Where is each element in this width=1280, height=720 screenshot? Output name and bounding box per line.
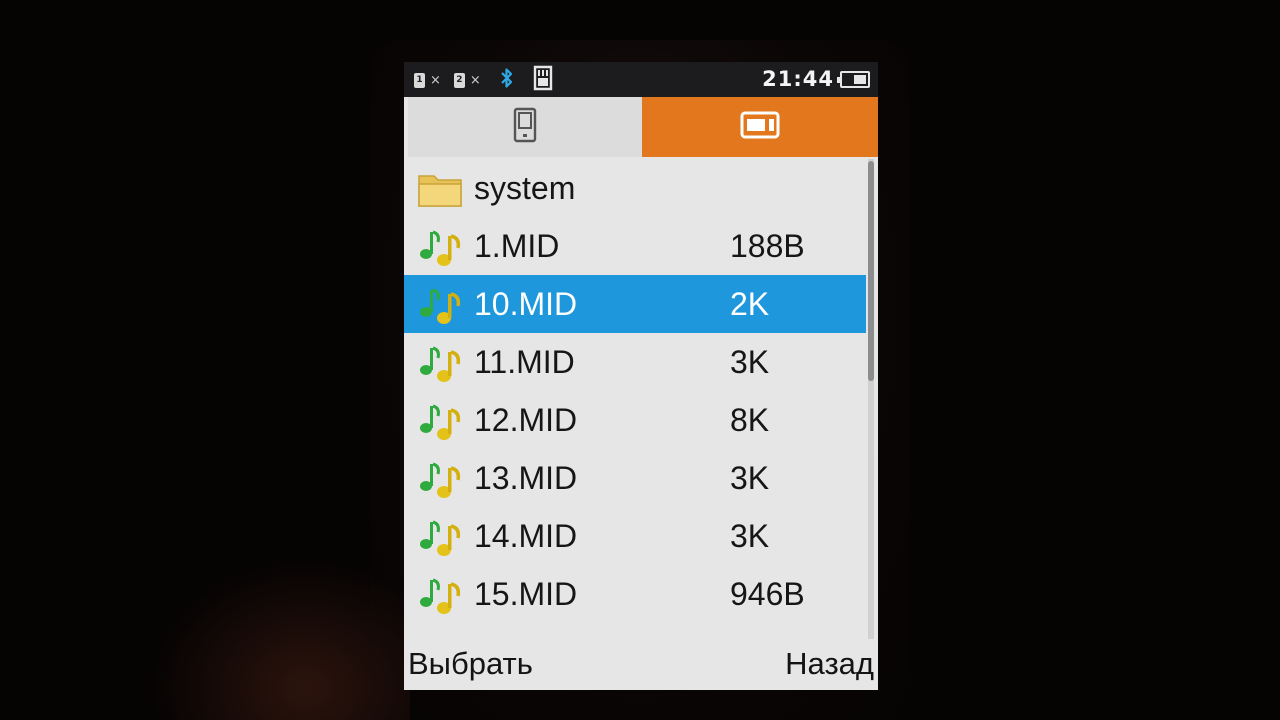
music-note-icon [416,226,464,268]
phone-icon [513,107,537,147]
file-size: 188B [730,228,805,264]
phone-screen: 1 × 2 × 21:44 system 1.MID 188B 10.MID 2… [404,62,878,690]
storage-tabs [404,97,878,157]
file-name: 13.MID [474,460,578,496]
file-name: 15.MID [474,576,578,612]
softkey-bar: Выбрать Назад [404,640,878,690]
list-item-file[interactable]: 12.MID 8K [404,391,866,449]
list-item-file[interactable]: 1.MID 188B [404,217,866,275]
memory-card-icon [740,111,780,143]
sim2-icon: 2 [453,72,465,88]
tab-phone-storage[interactable] [408,97,642,157]
list-item-file-selected[interactable]: 10.MID 2K [404,275,866,333]
file-size: 946B [730,576,805,612]
file-list: system 1.MID 188B 10.MID 2K 11.MID 3K 12… [404,159,866,639]
sim1-icon: 1 [414,72,425,88]
tab-memory-card[interactable] [642,97,878,157]
list-item-file[interactable]: 11.MID 3K [404,333,866,391]
battery-icon [837,70,870,88]
file-size: 3K [730,344,770,380]
scrollbar-thumb[interactable] [868,161,874,381]
file-size: 3K [730,460,770,496]
file-name: 12.MID [474,402,578,438]
file-size: 2K [730,286,770,322]
sd-card-icon [533,65,553,95]
select-softkey[interactable]: Выбрать [408,646,533,682]
back-softkey[interactable]: Назад [785,646,874,682]
music-note-icon [416,284,464,326]
file-name: 11.MID [474,344,575,380]
clock: 21:44 [762,67,834,91]
folder-icon [416,168,464,210]
file-name: 1.MID [474,228,560,264]
list-item-file[interactable]: 13.MID 3K [404,449,866,507]
music-note-icon [416,400,464,442]
background-glow [150,560,410,720]
file-name: system [474,170,576,206]
status-bar: 1 × 2 × 21:44 [404,62,878,97]
music-note-icon [416,458,464,500]
sim2-off-mark: × [469,72,481,88]
list-item-file[interactable]: 14.MID 3K [404,507,866,565]
music-note-icon [416,342,464,384]
file-size: 3K [730,518,770,554]
file-name: 14.MID [474,518,578,554]
list-item-folder[interactable]: system [404,159,866,217]
music-note-icon [416,516,464,558]
file-size: 8K [730,402,770,438]
list-item-file[interactable]: 15.MID 946B [404,565,866,623]
sim1-off-mark: × [430,72,441,88]
bluetooth-icon [500,67,514,94]
status-icons: 1 × 2 × [414,65,553,94]
file-name: 10.MID [474,286,578,322]
status-right: 21:44 [762,67,870,91]
music-note-icon [416,574,464,616]
